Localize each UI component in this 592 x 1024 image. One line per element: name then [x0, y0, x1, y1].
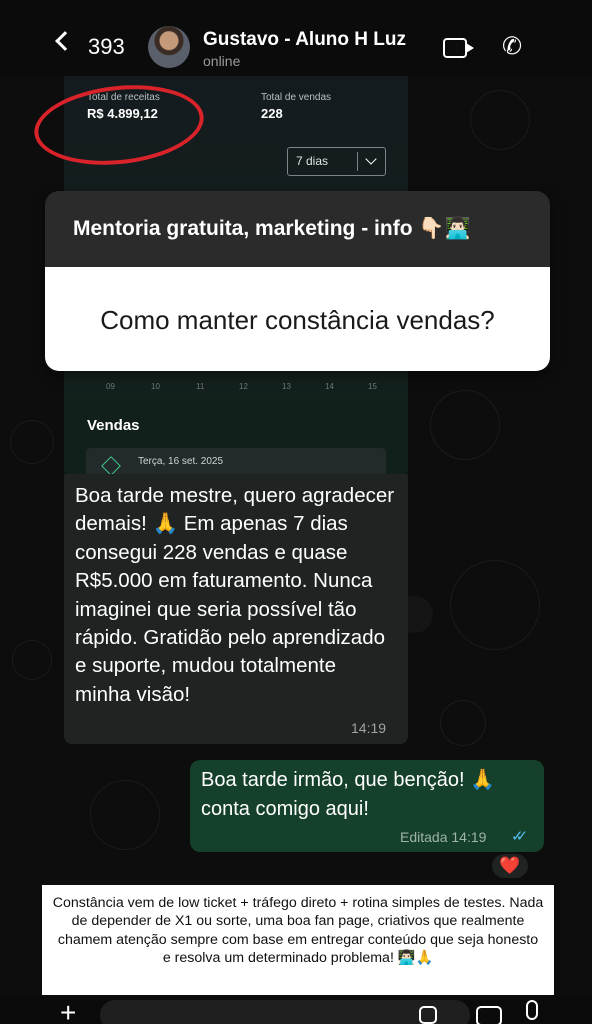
- contact-status: online: [203, 53, 241, 69]
- avatar[interactable]: [148, 26, 190, 68]
- axis-tick: 09: [106, 382, 115, 391]
- story-title: Mentoria gratuita, marketing - info 👇🏻👨🏻…: [45, 191, 550, 267]
- sales-label: Total de vendas: [261, 92, 332, 103]
- axis-tick: 14: [325, 382, 334, 391]
- whatsapp-chat-screen: 393 Gustavo - Aluno H Luz online ✆ Total…: [0, 0, 592, 1024]
- message-input[interactable]: [100, 1000, 470, 1024]
- heart-reaction[interactable]: ❤️: [490, 852, 530, 880]
- plus-icon[interactable]: +: [60, 999, 76, 1024]
- sales-section-title: Vendas: [87, 417, 140, 434]
- period-select-value: 7 dias: [296, 154, 329, 168]
- sale-date: Terça, 16 set. 2025: [138, 456, 224, 467]
- story-question-card: Mentoria gratuita, marketing - info 👇🏻👨🏻…: [45, 191, 550, 371]
- period-select: 7 dias: [287, 147, 386, 176]
- phone-call-icon[interactable]: ✆: [499, 34, 525, 60]
- axis-tick: 12: [239, 382, 248, 391]
- outgoing-message-status: Editada 14:19: [400, 829, 487, 845]
- axis-tick: 15: [368, 382, 377, 391]
- incoming-message-text: Boa tarde mestre, quero agradecer demais…: [75, 484, 395, 706]
- video-call-icon[interactable]: [443, 38, 474, 58]
- story-question: Como manter constância vendas?: [45, 267, 550, 371]
- contact-name[interactable]: Gustavo - Aluno H Luz: [203, 29, 406, 51]
- read-checks-icon: ✓✓: [511, 828, 528, 845]
- axis-tick: 13: [282, 382, 291, 391]
- axis-tick: 10: [151, 382, 160, 391]
- caption-box: Constância vem de low ticket + tráfego d…: [42, 885, 554, 995]
- select-divider: [357, 152, 358, 171]
- sales-value: 228: [261, 106, 283, 121]
- axis-tick: 11: [196, 382, 205, 391]
- camera-icon[interactable]: [476, 1006, 502, 1024]
- chevron-down-icon: [365, 153, 377, 165]
- outgoing-message-text: Boa tarde irmão, que benção! 🙏 conta com…: [201, 769, 495, 820]
- unread-count[interactable]: 393: [88, 34, 125, 60]
- incoming-message-time: 14:19: [351, 720, 387, 736]
- mic-icon[interactable]: [526, 1000, 538, 1020]
- sticker-icon[interactable]: [419, 1006, 437, 1024]
